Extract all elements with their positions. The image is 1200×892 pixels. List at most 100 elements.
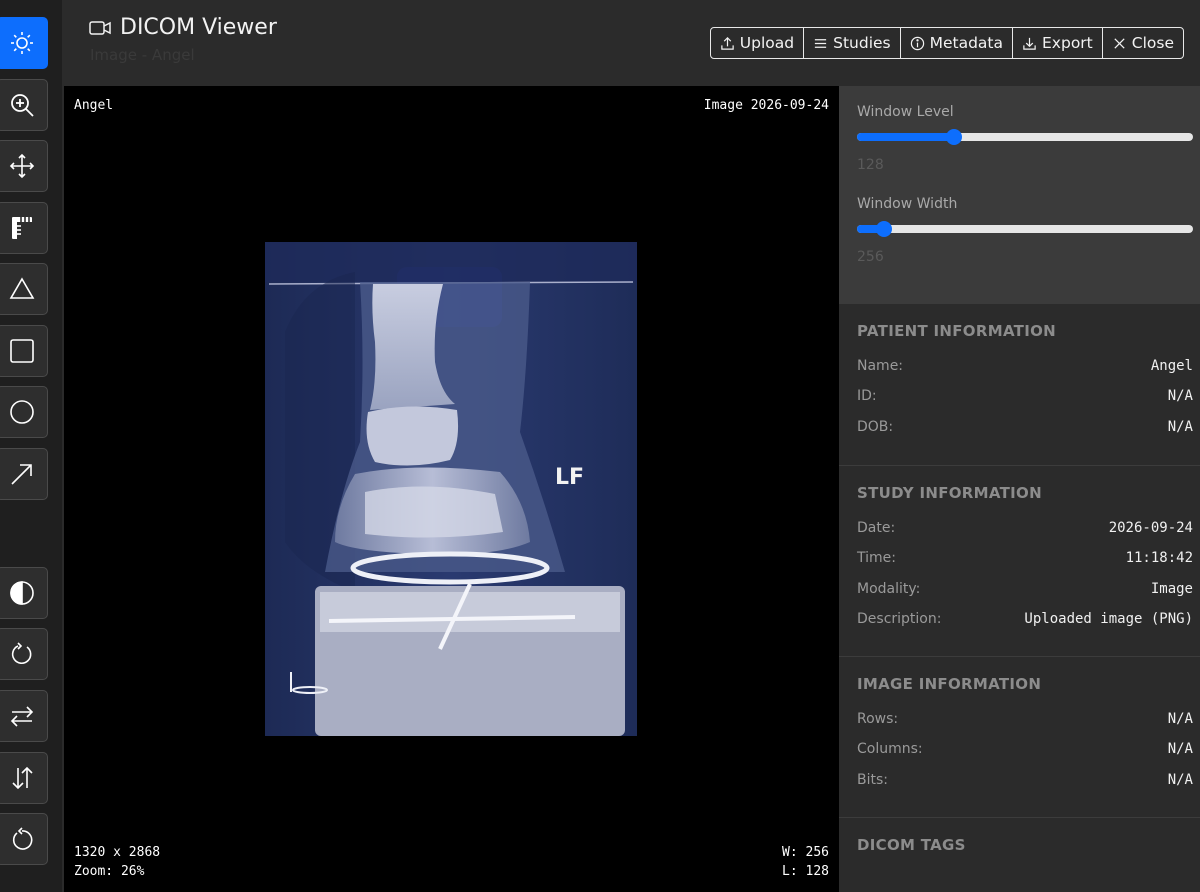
row-label: ID: — [857, 388, 877, 404]
row-value: N/A — [1167, 741, 1193, 757]
invert-icon — [10, 581, 34, 605]
patient-information-section: PATIENT INFORMATION Name: Angel ID: N/A … — [839, 304, 1200, 465]
rectangle-icon — [10, 339, 34, 363]
angle-tool-button[interactable] — [0, 263, 48, 315]
ellipse-tool-button[interactable] — [0, 386, 48, 438]
window-level-fill — [857, 133, 955, 141]
row-label: Modality: — [857, 581, 921, 597]
upload-button[interactable]: Upload — [711, 28, 805, 58]
overlay-window-level: L: 128 — [782, 864, 829, 879]
study-row-date: Date: 2026-09-24 — [857, 520, 1193, 540]
info-panel: Window Level 128 Window Width 256 PATIEN… — [839, 86, 1200, 892]
flip-vertical-tool-button[interactable] — [0, 752, 48, 804]
rotate-icon — [11, 642, 32, 665]
rotate-tool-button[interactable] — [0, 628, 48, 680]
studies-button[interactable]: Studies — [804, 28, 901, 58]
overlay-patient-name: Angel — [74, 98, 114, 113]
list-icon — [814, 38, 827, 48]
dicom-tags-title[interactable]: DICOM TAGS — [857, 836, 966, 854]
window-level-slider[interactable] — [857, 129, 1193, 145]
ruler-tool-button[interactable] — [0, 202, 48, 254]
window-controls: Window Level 128 Window Width 256 — [839, 86, 1200, 304]
study-row-time: Time: 11:18:42 — [857, 550, 1193, 570]
row-label: Name: — [857, 358, 904, 374]
overlay-dimensions: 1320 x 2868 — [74, 845, 161, 860]
study-information-title: STUDY INFORMATION — [857, 484, 1042, 502]
row-label: Bits: — [857, 772, 888, 788]
row-value: N/A — [1167, 711, 1193, 727]
image-row-bits: Bits: N/A — [857, 772, 1193, 792]
study-information-section: STUDY INFORMATION Date: 2026-09-24 Time:… — [839, 465, 1200, 656]
xray-marker: LF — [555, 465, 584, 490]
row-value: N/A — [1167, 772, 1193, 788]
invert-tool-button[interactable] — [0, 567, 48, 619]
row-value: N/A — [1167, 419, 1193, 435]
row-value: N/A — [1167, 388, 1193, 404]
overlay-zoom: Zoom: 26% — [74, 864, 145, 879]
overlay-window-width: W: 256 — [782, 845, 829, 860]
app-subtitle: Image - Angel — [90, 46, 195, 64]
pan-icon — [9, 153, 35, 179]
video-camera-icon — [89, 20, 111, 35]
dicom-tags-section: DICOM TAGS — [839, 817, 1200, 892]
patient-row-id: ID: N/A — [857, 388, 1193, 408]
window-width-value: 256 — [857, 249, 884, 265]
row-value: Uploaded image (PNG) — [1024, 611, 1193, 627]
brightness-icon — [11, 32, 33, 54]
ruler-icon — [12, 217, 32, 239]
xray-image: LF — [265, 242, 637, 736]
flip-vertical-icon — [12, 766, 33, 790]
patient-row-dob: DOB: N/A — [857, 419, 1193, 439]
study-row-modality: Modality: Image — [857, 581, 1193, 601]
window-level-value: 128 — [857, 157, 884, 173]
studies-label: Studies — [833, 34, 891, 52]
zoom-icon — [11, 94, 34, 117]
export-button[interactable]: Export — [1013, 28, 1103, 58]
angle-icon — [9, 277, 35, 299]
pan-tool-button[interactable] — [0, 140, 48, 192]
app-title-text: DICOM Viewer — [120, 15, 277, 40]
row-label: Rows: — [857, 711, 899, 727]
close-icon — [1114, 37, 1125, 49]
image-information-section: IMAGE INFORMATION Rows: N/A Columns: N/A… — [839, 656, 1200, 817]
app-header: DICOM Viewer Image - Angel Upload Studie… — [62, 0, 1200, 86]
close-label: Close — [1131, 34, 1174, 52]
window-level-label: Window Level — [857, 104, 954, 120]
download-icon — [1023, 37, 1036, 50]
row-label: Description: — [857, 611, 942, 627]
rectangle-tool-button[interactable] — [0, 325, 48, 377]
brightness-tool-button[interactable] — [0, 17, 48, 69]
overlay-image-date: Image 2026-09-24 — [703, 98, 829, 113]
row-value: 11:18:42 — [1125, 550, 1193, 566]
arrow-tool-button[interactable] — [0, 448, 48, 500]
row-value: Image — [1150, 581, 1193, 597]
metadata-button[interactable]: Metadata — [901, 28, 1014, 58]
image-row-rows: Rows: N/A — [857, 711, 1193, 731]
row-label: DOB: — [857, 419, 894, 435]
tool-sidebar — [0, 0, 62, 892]
export-label: Export — [1042, 34, 1093, 52]
window-level-thumb[interactable] — [946, 129, 963, 145]
row-label: Columns: — [857, 741, 923, 757]
reset-tool-button[interactable] — [0, 813, 48, 865]
app-title: DICOM Viewer — [88, 15, 277, 40]
flip-horizontal-icon — [10, 706, 34, 727]
window-width-thumb[interactable] — [875, 221, 892, 237]
study-row-description: Description: Uploaded image (PNG) — [857, 611, 1193, 631]
zoom-tool-button[interactable] — [0, 79, 48, 131]
close-button[interactable]: Close — [1103, 28, 1183, 58]
reset-icon — [12, 827, 33, 850]
flip-horizontal-tool-button[interactable] — [0, 690, 48, 742]
row-value: 2026-09-24 — [1108, 520, 1193, 536]
upload-icon — [721, 36, 734, 50]
upload-label: Upload — [739, 34, 795, 52]
image-viewport[interactable]: Angel Image 2026-09-24 1320 x 2868 Zoom:… — [64, 86, 839, 892]
row-value: Angel — [1150, 358, 1193, 374]
patient-row-name: Name: Angel — [857, 358, 1193, 378]
image-information-title: IMAGE INFORMATION — [857, 675, 1042, 693]
arrow-icon — [11, 464, 32, 485]
window-width-slider[interactable] — [857, 221, 1193, 237]
ellipse-icon — [10, 400, 34, 424]
image-row-columns: Columns: N/A — [857, 741, 1193, 761]
info-icon — [910, 36, 924, 50]
